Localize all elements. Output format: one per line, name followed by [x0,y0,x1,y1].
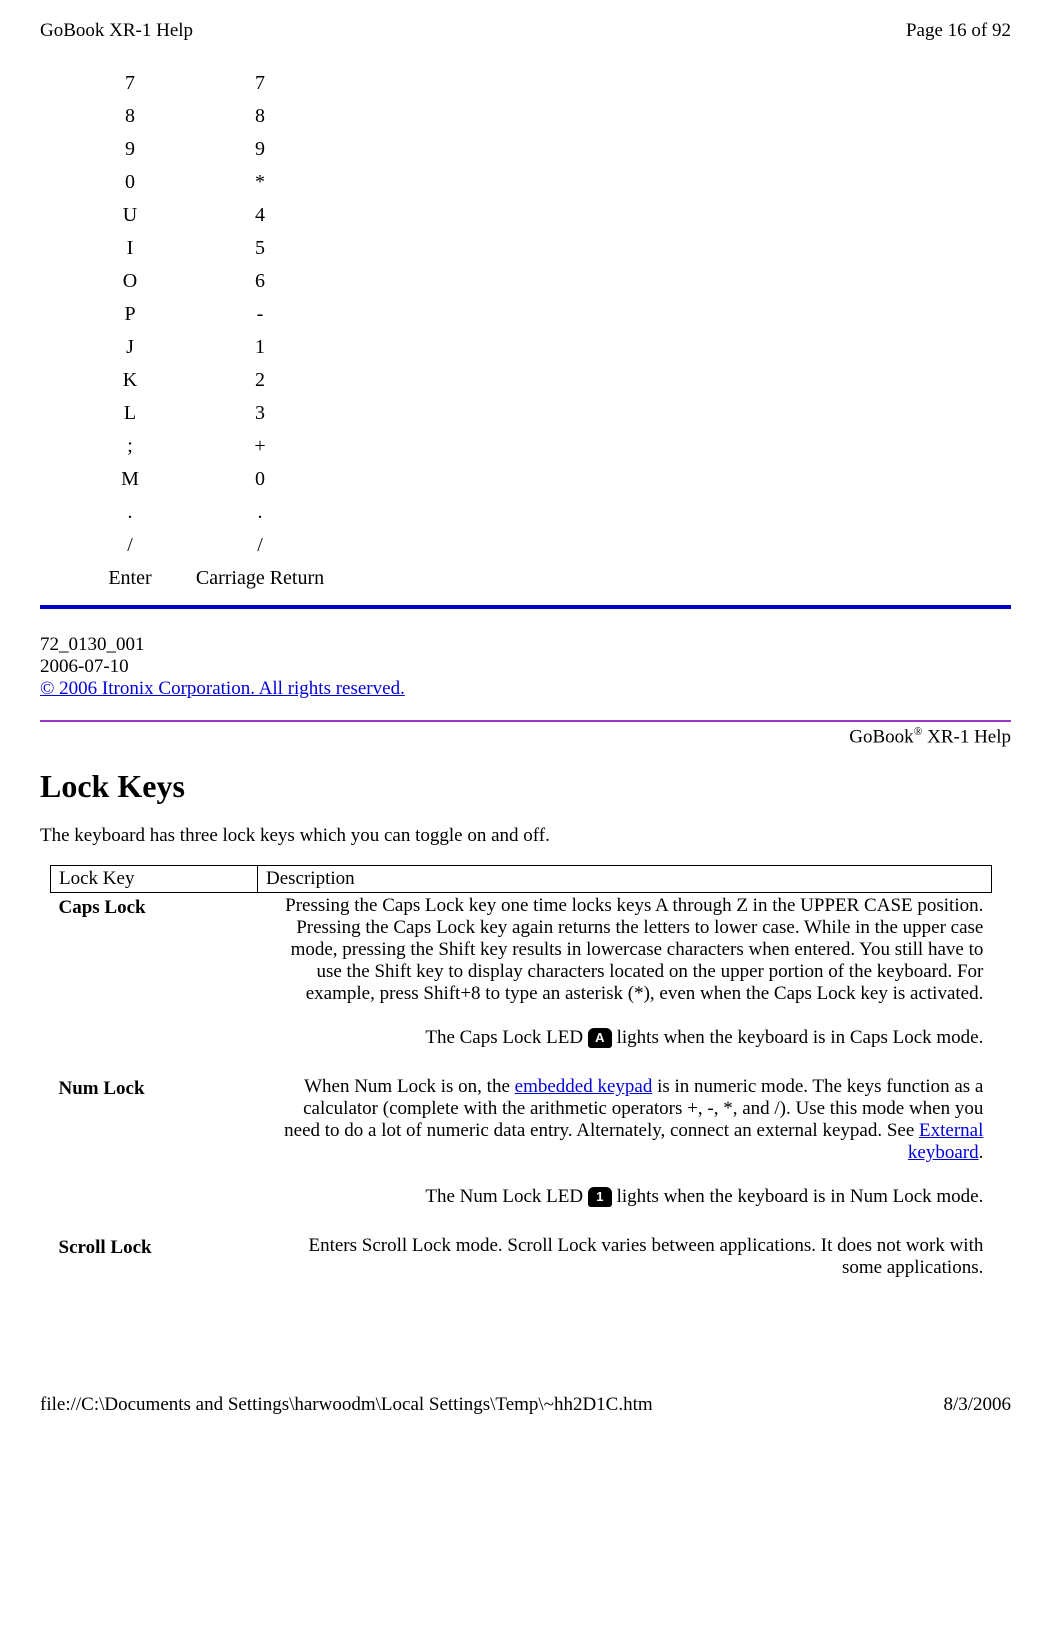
key-cell: J [100,336,160,359]
key-cell: 9 [100,138,160,161]
section-divider [40,605,1011,609]
lock-keys-table: Lock Key Description Caps Lock Pressing … [50,865,992,1304]
page-number: Page 16 of 92 [906,20,1011,42]
key-cell: K [100,369,160,392]
val-cell: 8 [160,105,360,128]
th-lock-key: Lock Key [51,866,258,893]
val-cell: 7 [160,72,360,95]
val-cell: + [160,435,360,458]
val-cell: / [160,534,360,557]
copyright-link[interactable]: © 2006 Itronix Corporation. All rights r… [40,678,405,699]
num-lock-desc: When Num Lock is on, the embedded keypad… [257,1074,991,1233]
key-cell: . [100,501,160,524]
section-title: Lock Keys [40,768,1011,805]
val-cell: 4 [160,204,360,227]
val-cell: 6 [160,270,360,293]
key-cell: P [100,303,160,326]
brand-divider [40,720,1011,722]
val-cell: Carriage Return [160,567,360,590]
num-lock-label: Num Lock [51,1074,258,1233]
key-cell: / [100,534,160,557]
external-keyboard-link[interactable]: External keyboard [908,1120,983,1163]
th-description: Description [257,866,991,893]
val-cell: 9 [160,138,360,161]
key-cell: I [100,237,160,260]
scroll-lock-desc: Enters Scroll Lock mode. Scroll Lock var… [257,1233,991,1304]
key-cell: 7 [100,72,160,95]
val-cell: 1 [160,336,360,359]
section-intro: The keyboard has three lock keys which y… [40,825,1011,847]
key-cell: Enter [100,567,160,590]
key-cell: O [100,270,160,293]
val-cell: . [160,501,360,524]
file-path: file://C:\Documents and Settings\harwood… [40,1394,653,1416]
caps-led-icon: A [588,1028,612,1048]
val-cell: 3 [160,402,360,425]
num-led-icon: 1 [588,1187,612,1207]
val-cell: - [160,303,360,326]
document-date: 2006-07-10 [40,656,1011,678]
key-cell: 0 [100,171,160,194]
key-cell: L [100,402,160,425]
key-cell: 8 [100,105,160,128]
val-cell: 2 [160,369,360,392]
val-cell: 0 [160,468,360,491]
caps-lock-label: Caps Lock [51,893,258,1075]
footer-date: 8/3/2006 [943,1394,1011,1416]
val-cell: * [160,171,360,194]
key-cell: M [100,468,160,491]
embedded-keypad-link[interactable]: embedded keypad [515,1076,653,1097]
document-id: 72_0130_001 [40,634,1011,656]
caps-lock-desc: Pressing the Caps Lock key one time lock… [257,893,991,1075]
doc-title: GoBook XR-1 Help [40,20,193,42]
val-cell: 5 [160,237,360,260]
key-cell: U [100,204,160,227]
scroll-lock-label: Scroll Lock [51,1233,258,1304]
key-cell: ; [100,435,160,458]
brand-label: GoBook® XR-1 Help [40,726,1011,748]
keymap-table: 77 88 99 0* U4 I5 O6 P- J1 K2 L3 ;+ M0 .… [100,72,1011,590]
